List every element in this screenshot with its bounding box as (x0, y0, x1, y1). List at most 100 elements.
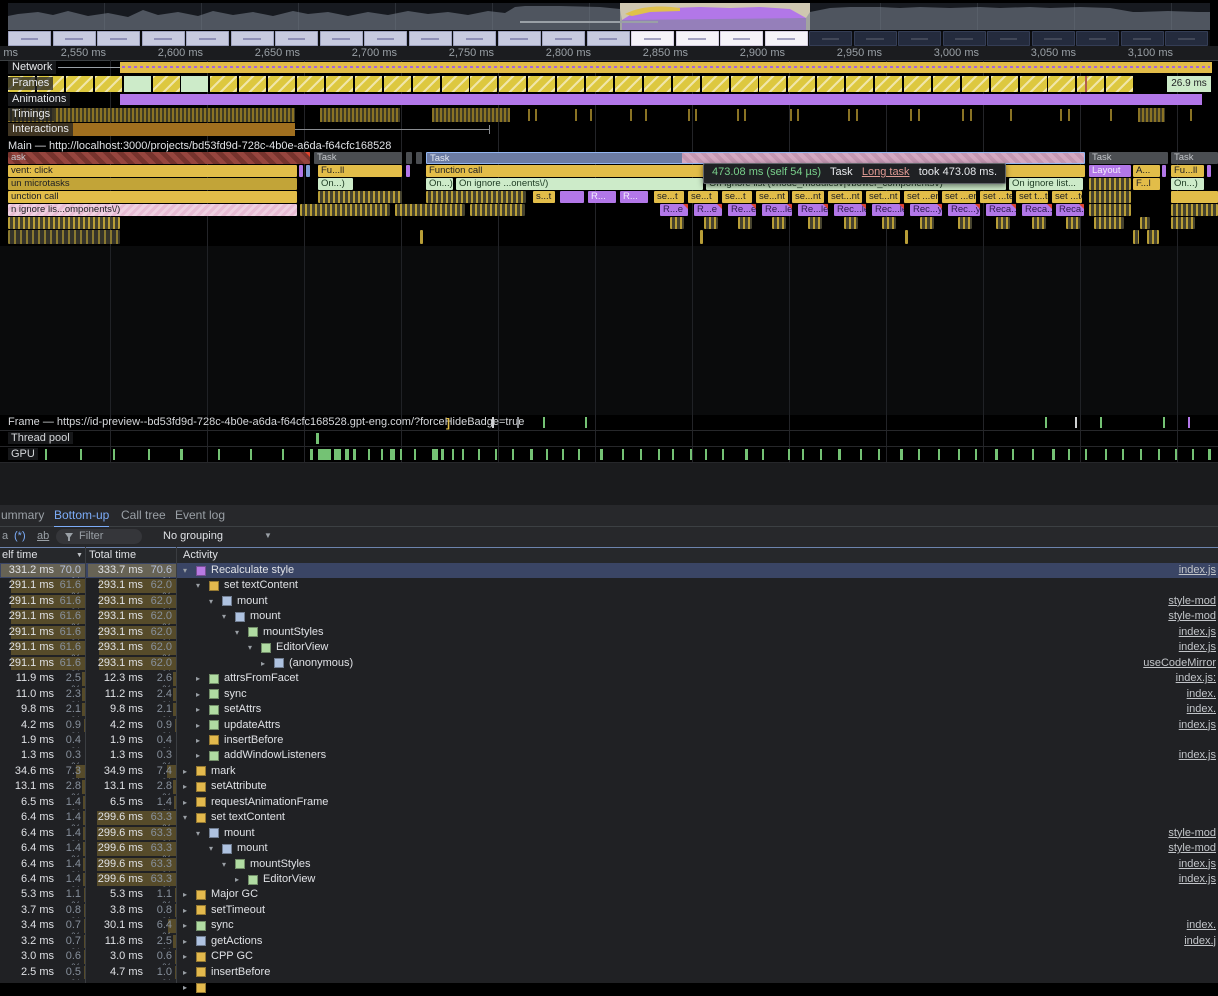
filmstrip-thumbnail[interactable] (8, 31, 51, 46)
expand-open-icon[interactable]: ▾ (222, 860, 226, 869)
expand-closed-icon[interactable]: ▸ (196, 690, 200, 699)
frame-segment[interactable] (413, 76, 440, 92)
filmstrip-thumbnail[interactable] (587, 31, 630, 46)
expand-open-icon[interactable]: ▾ (209, 844, 213, 853)
flame-block[interactable]: Rec...yle (948, 204, 980, 216)
flame-block[interactable]: se...t (654, 191, 684, 203)
filmstrip-thumbnail[interactable] (364, 31, 407, 46)
source-link[interactable]: index. (1187, 688, 1216, 700)
frame-segment[interactable] (297, 76, 324, 92)
source-link[interactable]: index. (1187, 703, 1216, 715)
table-row[interactable]: 2.5 ms0.5 %4.7 ms1.0 %▸insertBefore (0, 965, 1218, 980)
frame-segment[interactable] (355, 76, 382, 92)
flame-block[interactable] (1171, 217, 1195, 229)
flame-block[interactable]: Re...le (762, 204, 792, 216)
flame-block[interactable] (426, 191, 526, 203)
flame-block[interactable] (958, 217, 972, 229)
flame-block[interactable]: Rec...yle (910, 204, 942, 216)
expand-closed-icon[interactable]: ▸ (196, 751, 200, 760)
frame-segment[interactable] (268, 76, 295, 92)
flame-block[interactable] (670, 217, 684, 229)
filmstrip-thumbnail[interactable] (97, 31, 140, 46)
expand-closed-icon[interactable]: ▸ (183, 767, 187, 776)
filmstrip-thumbnail[interactable] (987, 31, 1030, 46)
frame-segment[interactable] (586, 76, 613, 92)
flame-block[interactable] (416, 152, 422, 164)
expand-closed-icon[interactable]: ▸ (196, 674, 200, 683)
flame-block[interactable] (1089, 191, 1131, 203)
flame-block[interactable] (700, 230, 703, 244)
flame-block[interactable] (1171, 204, 1218, 216)
flame-block[interactable] (905, 230, 908, 244)
frame-segment[interactable] (759, 76, 786, 92)
flame-block[interactable]: Re...le (798, 204, 828, 216)
total-time-header[interactable]: Total time (89, 549, 136, 561)
source-link[interactable]: index.js (1179, 564, 1216, 576)
flame-block[interactable] (420, 230, 423, 244)
frame-segment[interactable] (384, 76, 411, 92)
table-row[interactable]: ▸ (0, 980, 1218, 995)
table-row[interactable]: 3.2 ms0.7 %11.8 ms2.5 %▸getActionsindex.… (0, 934, 1218, 949)
filmstrip-thumbnail[interactable] (320, 31, 363, 46)
filmstrip-thumbnail[interactable] (631, 31, 674, 46)
network-activity-bar[interactable] (120, 62, 1212, 73)
frame-segment[interactable] (644, 76, 671, 92)
table-row[interactable]: 3.4 ms0.7 %30.1 ms6.4 %▸syncindex. (0, 918, 1218, 933)
filmstrip-thumbnail[interactable] (943, 31, 986, 46)
flame-block[interactable] (560, 191, 584, 203)
filmstrip-thumbnail[interactable] (809, 31, 852, 46)
match-case-option[interactable]: a (2, 530, 8, 542)
expand-open-icon[interactable]: ▾ (235, 628, 239, 637)
expand-closed-icon[interactable]: ▸ (183, 782, 187, 791)
tab-bottom-up[interactable]: Bottom-up (54, 505, 109, 528)
frame-segment[interactable] (875, 76, 902, 92)
table-row[interactable]: 13.1 ms2.8 %13.1 ms2.8 %▸setAttribute (0, 779, 1218, 794)
expand-open-icon[interactable]: ▾ (196, 829, 200, 838)
frame-segment[interactable] (1077, 76, 1104, 92)
table-row[interactable]: 291.1 ms61.6 %293.1 ms62.0 %▾mountStyles… (0, 625, 1218, 640)
filmstrip-thumbnail[interactable] (1165, 31, 1208, 46)
filmstrip-thumbnail[interactable] (765, 31, 808, 46)
column-divider[interactable] (85, 547, 86, 983)
tab-event-log[interactable]: Event log (175, 505, 225, 526)
expand-closed-icon[interactable]: ▸ (196, 705, 200, 714)
expand-closed-icon[interactable]: ▸ (183, 937, 187, 946)
source-link[interactable]: index.j (1184, 935, 1216, 947)
table-row[interactable]: 291.1 ms61.6 %293.1 ms62.0 %▾EditorViewi… (0, 640, 1218, 655)
flame-block[interactable]: R...e (660, 204, 688, 216)
flame-block[interactable]: ask (8, 152, 310, 164)
flame-block[interactable]: Rec...le (872, 204, 904, 216)
expand-closed-icon[interactable]: ▸ (196, 736, 200, 745)
flame-block[interactable] (406, 165, 410, 177)
table-row[interactable]: 4.2 ms0.9 %4.2 ms0.9 %▸updateAttrsindex.… (0, 718, 1218, 733)
filmstrip-thumbnail[interactable] (676, 31, 719, 46)
flame-block[interactable] (920, 217, 934, 229)
frame-segment[interactable] (788, 76, 815, 92)
flame-block[interactable] (306, 165, 310, 177)
flame-block[interactable] (8, 217, 120, 229)
table-row[interactable]: 3.0 ms0.6 %3.0 ms0.6 %▸CPP GC (0, 949, 1218, 964)
filmstrip-thumbnail[interactable] (275, 31, 318, 46)
timings-track[interactable]: Timings (0, 108, 1218, 122)
flame-block[interactable] (318, 191, 402, 203)
flame-block[interactable] (299, 165, 303, 177)
filmstrip-thumbnail[interactable] (498, 31, 541, 46)
frame-segment[interactable] (95, 76, 122, 92)
frame-segment[interactable] (326, 76, 353, 92)
filter-input[interactable]: Filter (56, 529, 142, 544)
flame-block[interactable]: A... (1133, 165, 1160, 177)
frame-segment[interactable] (442, 76, 469, 92)
flame-block[interactable] (1140, 217, 1150, 229)
flame-block[interactable] (772, 217, 786, 229)
filmstrip-thumbnail[interactable] (1121, 31, 1164, 46)
filmstrip-thumbnail[interactable] (409, 31, 452, 46)
frame-segment[interactable] (528, 76, 555, 92)
main-thread-title[interactable]: Main — http://localhost:3000/projects/bd… (8, 140, 391, 152)
flame-block[interactable]: R... (620, 191, 648, 203)
expand-open-icon[interactable]: ▾ (183, 813, 187, 822)
source-link[interactable]: index.js (1179, 641, 1216, 653)
column-divider[interactable] (176, 547, 177, 983)
frame-segment[interactable] (817, 76, 844, 92)
frame-segment[interactable] (991, 76, 1018, 92)
flame-block[interactable]: Reca...yle (1056, 204, 1084, 216)
